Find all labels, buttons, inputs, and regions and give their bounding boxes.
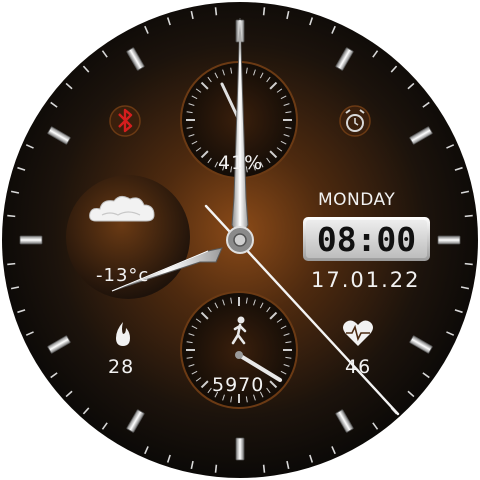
hour-marker (437, 235, 461, 245)
minute-tick (262, 7, 266, 16)
minute-tick (464, 262, 473, 266)
battery-percent: 41% (218, 152, 264, 174)
temperature-value: -13°c (96, 265, 150, 286)
minute-tick (214, 464, 218, 473)
hour-marker (19, 235, 43, 245)
minute-tick (262, 464, 266, 473)
digital-time-display: 08:00 (303, 217, 430, 261)
bluetooth-icon (109, 105, 141, 137)
minute-tick (7, 214, 16, 218)
digital-time: 08:00 (316, 219, 417, 259)
minute-tick (464, 214, 473, 218)
minute-tick (214, 7, 218, 16)
hour-marker (235, 437, 245, 461)
calories-value: 28 (108, 356, 135, 378)
day-label: MONDAY (318, 190, 396, 210)
alarm-clock-icon (339, 105, 371, 137)
steps-value: 5970 (212, 374, 265, 396)
minute-tick (7, 262, 16, 266)
date-label: 17.01.22 (311, 268, 421, 292)
heart-rate-value: 46 (345, 356, 372, 378)
